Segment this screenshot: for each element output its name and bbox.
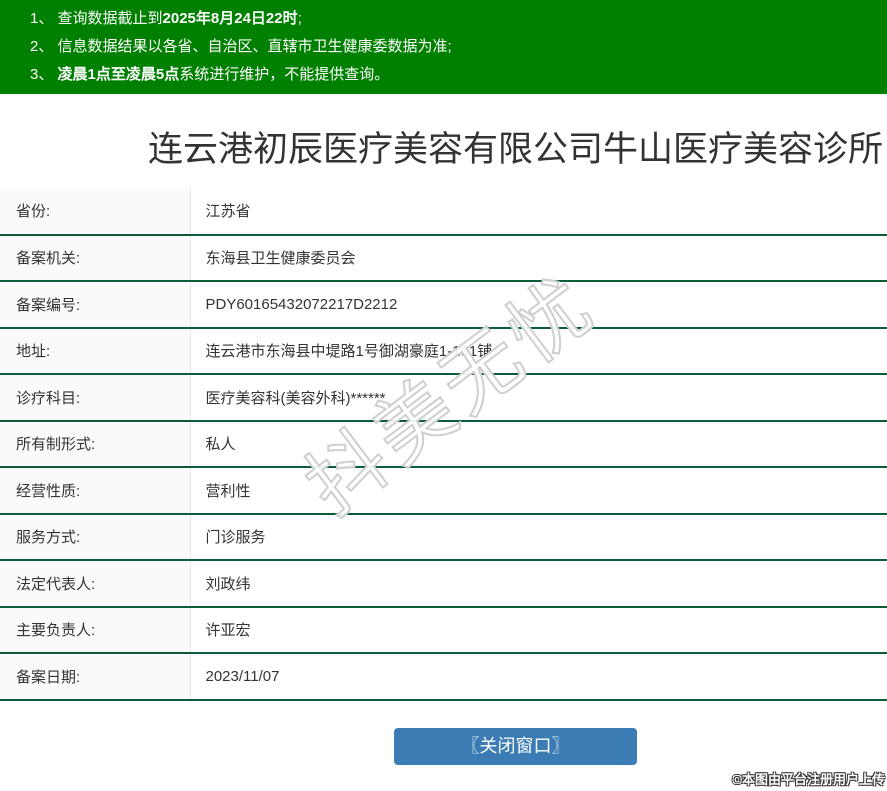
notice-text: 系统进行维护，不能提供查询。 [179,66,390,83]
field-value: 门诊服务 [205,529,266,547]
field-value: PDY60165432072217D2212 [205,295,398,313]
field-value: 2023/11/07 [205,667,280,685]
record-table-body: 省份: 江苏省 备案机关: 东海县卫生健康委员会 备案编号: PDY601654… [0,188,887,700]
notice-bold-text: 凌晨1点至凌晨5点 [57,66,180,83]
field-value: 医疗美容科(美容外科)****** [205,389,386,407]
notice-number: 1、 [30,10,58,27]
field-label: 服务方式: [0,513,191,560]
button-row: 〖关闭窗口〗 [0,727,887,765]
field-value: 营利性 [205,482,251,500]
table-row: 经营性质: 营利性 [0,467,887,514]
table-row: 地址: 连云港市东海县中堤路1号御湖豪庭1-101铺 [0,327,887,374]
upload-credit-watermark: ©本图由平台注册用户上传 [732,772,885,787]
table-row: 主要负责人: 许亚宏 [0,606,887,653]
field-label: 法定代表人: [0,560,191,607]
field-value: 连云港市东海县中堤路1号御湖豪庭1-101铺 [205,343,493,361]
table-row: 法定代表人: 刘政纬 [0,560,887,607]
field-label: 经营性质: [0,467,191,514]
notice-text: ; [297,10,302,27]
notice-number: 2、 [30,38,58,55]
notice-number: 3、 [30,66,58,83]
record-table: 省份: 江苏省 备案机关: 东海县卫生健康委员会 备案编号: PDY601654… [0,188,887,701]
notice-bar: 1、 查询数据截止到2025年8月24日22时; 2、 信息数据结果以各省、自治… [0,0,887,94]
table-row: 备案日期: 2023/11/07 [0,653,887,700]
table-row: 诊疗科目: 医疗美容科(美容外科)****** [0,374,887,421]
record-page: 1、 查询数据截止到2025年8月24日22时; 2、 信息数据结果以各省、自治… [0,0,887,765]
field-value: 私人 [205,436,236,454]
field-label: 备案机关: [0,234,191,281]
field-value: 江苏省 [205,203,251,221]
field-value: 东海县卫生健康委员会 [205,250,356,268]
field-label: 地址: [0,327,191,374]
table-row: 备案机关: 东海县卫生健康委员会 [0,234,887,281]
field-label: 省份: [0,188,191,235]
field-label: 所有制形式: [0,420,191,467]
table-row: 备案编号: PDY60165432072217D2212 [0,281,887,328]
field-value: 许亚宏 [205,622,251,640]
field-value: 刘政纬 [205,575,251,593]
page-title: 连云港初辰医疗美容有限公司牛山医疗美容诊所 [147,130,883,169]
close-window-button[interactable]: 〖关闭窗口〗 [394,727,637,765]
notice-bold-text: 2025年8月24日22时 [162,10,298,27]
notice-line-3: 3、 凌晨1点至凌晨5点系统进行维护，不能提供查询。 [30,61,887,89]
field-label: 备案日期: [0,653,191,700]
notice-line-1: 1、 查询数据截止到2025年8月24日22时; [30,5,887,33]
notice-text: 查询数据截止到 [57,10,163,27]
table-row: 服务方式: 门诊服务 [0,513,887,560]
table-row: 所有制形式: 私人 [0,420,887,467]
field-label: 主要负责人: [0,606,191,653]
field-label: 诊疗科目: [0,374,191,421]
notice-text: 信息数据结果以各省、自治区、直辖市卫生健康委数据为准; [57,38,452,55]
field-label: 备案编号: [0,281,191,328]
notice-line-2: 2、 信息数据结果以各省、自治区、直辖市卫生健康委数据为准; [30,33,887,61]
table-row: 省份: 江苏省 [0,188,887,235]
